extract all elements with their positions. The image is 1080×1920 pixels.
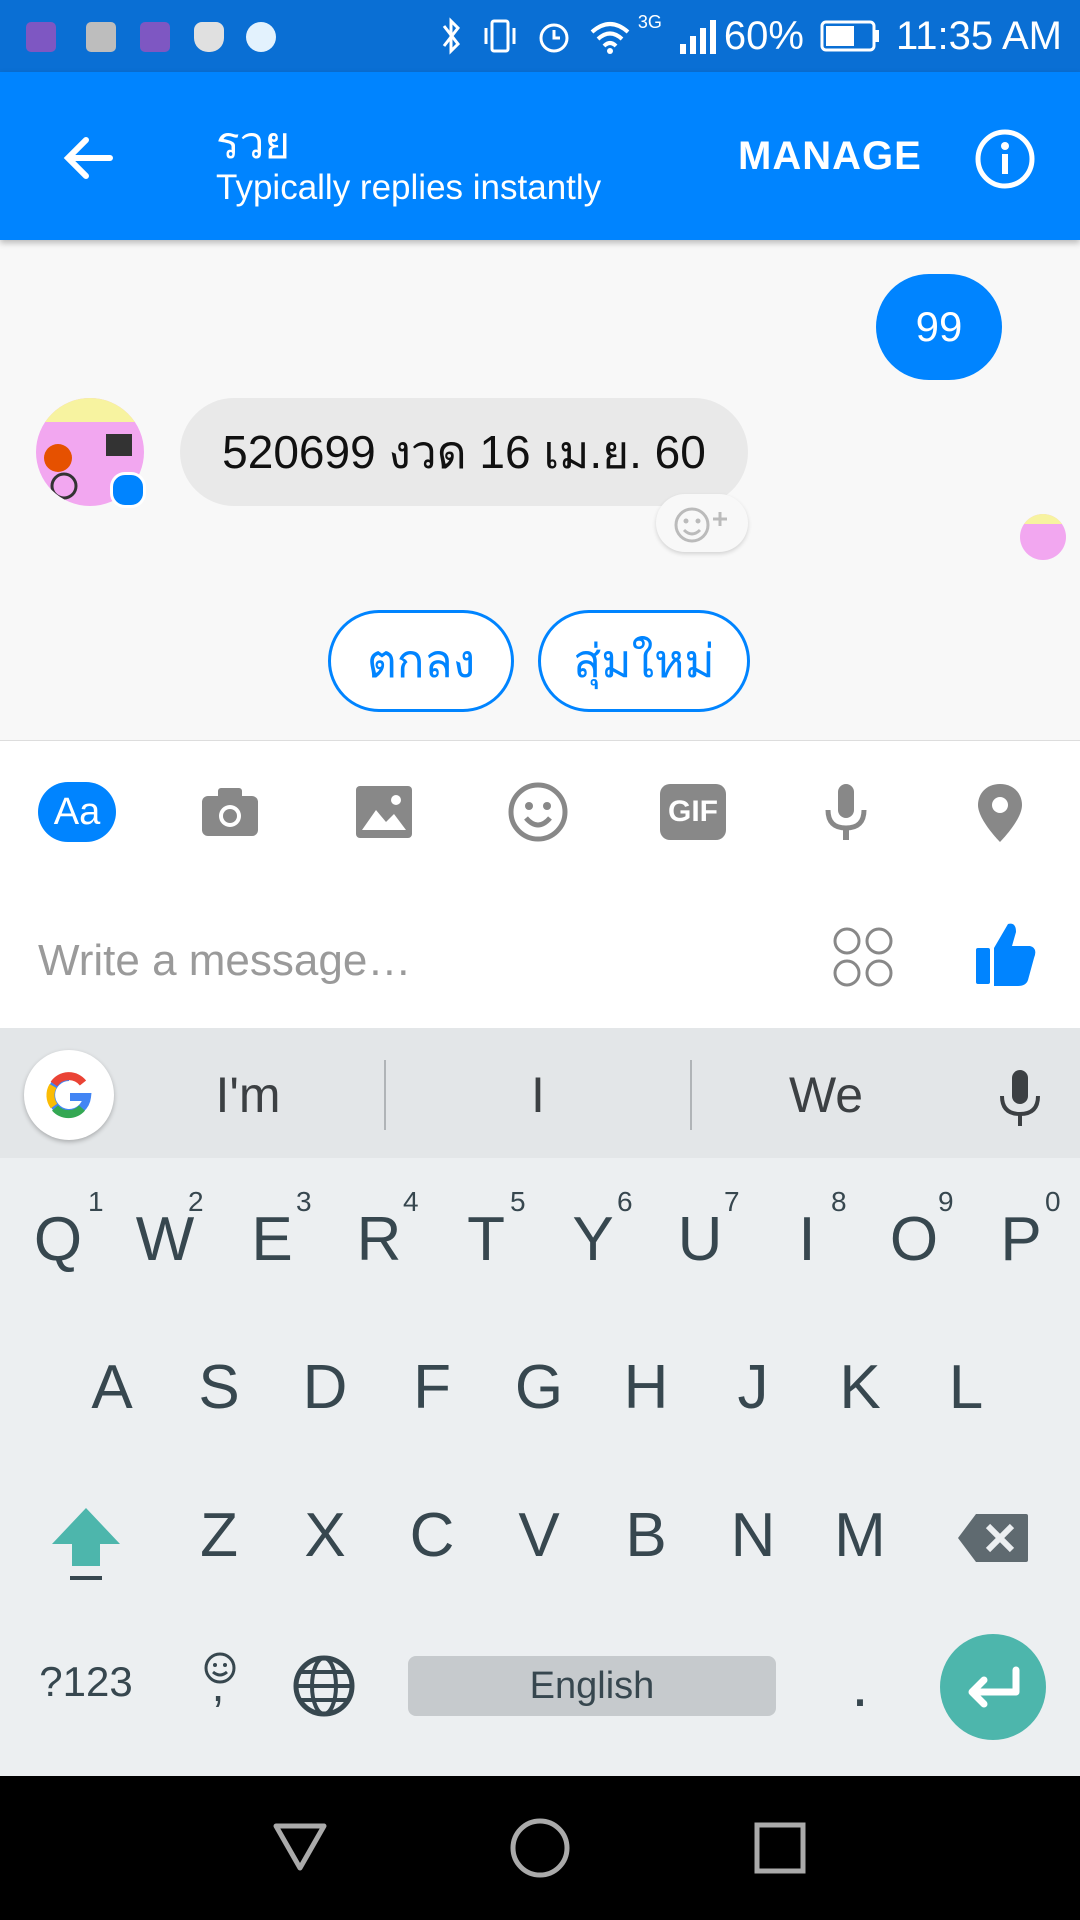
home-circle-icon[interactable] [508, 1816, 572, 1880]
key-hint-2: 2 [188, 1186, 204, 1217]
play-notification-icon [246, 22, 276, 52]
key-s[interactable]: S [171, 1352, 267, 1423]
key-z[interactable]: Z [171, 1500, 267, 1571]
reply-status: Typically replies instantly [216, 168, 602, 207]
key-b[interactable]: B [598, 1500, 694, 1571]
suggestion-2[interactable]: I [440, 1066, 636, 1126]
keyboard-notification-icon [26, 22, 56, 52]
key-hint-6: 6 [617, 1186, 633, 1217]
key-hint-1: 1 [88, 1186, 104, 1217]
key-d[interactable]: D [277, 1352, 373, 1423]
back-triangle-icon[interactable] [270, 1816, 330, 1876]
recents-square-icon[interactable] [752, 1820, 808, 1876]
voice-input-icon[interactable] [996, 1068, 1044, 1130]
space-bar[interactable]: English [408, 1656, 776, 1716]
messenger-badge-icon [110, 472, 146, 508]
sd-card-notification-icon [86, 22, 116, 52]
emoji-icon[interactable] [506, 780, 570, 844]
period-key[interactable]: . [812, 1650, 908, 1721]
text-format-button[interactable]: Aa [38, 782, 116, 842]
enter-key[interactable] [940, 1634, 1046, 1740]
vibrate-icon [484, 19, 516, 53]
key-hint-3: 3 [296, 1186, 312, 1217]
symbols-key[interactable]: ?123 [26, 1658, 146, 1706]
suggestion-divider [384, 1060, 386, 1130]
add-reaction-icon[interactable] [656, 494, 748, 552]
key-f[interactable]: F [384, 1352, 480, 1423]
key-l[interactable]: L [918, 1352, 1014, 1423]
key-hint-9: 9 [938, 1186, 954, 1217]
key-hint-0: 0 [1045, 1186, 1061, 1217]
key-hint-4: 4 [403, 1186, 419, 1217]
bluetooth-icon [442, 17, 460, 55]
key-m[interactable]: M [812, 1500, 908, 1571]
signal-icon [679, 20, 716, 54]
quick-reply-random[interactable]: สุ่มใหม่ [538, 610, 750, 712]
key-j[interactable]: J [705, 1352, 801, 1423]
camera-icon[interactable] [198, 780, 262, 844]
comma-key[interactable]: , [170, 1658, 266, 1712]
gif-button[interactable]: GIF [660, 784, 726, 840]
google-logo-icon[interactable] [24, 1050, 114, 1140]
status-icons: 3G 60% 11:35 AM [422, 10, 1062, 62]
key-a[interactable]: A [64, 1352, 160, 1423]
info-icon[interactable] [974, 128, 1036, 190]
message-input[interactable] [36, 930, 800, 992]
status-bar: 3G 60% 11:35 AM [0, 0, 1080, 72]
gallery-icon[interactable] [352, 780, 416, 844]
back-arrow-icon[interactable] [52, 122, 124, 194]
wifi-icon [590, 22, 630, 54]
key-c[interactable]: C [384, 1500, 480, 1571]
location-pin-icon[interactable] [968, 780, 1032, 844]
key-k[interactable]: K [812, 1352, 908, 1423]
key-hint-7: 7 [724, 1186, 740, 1217]
backspace-icon[interactable] [956, 1512, 1030, 1564]
suggestion-1[interactable]: I'm [150, 1066, 346, 1126]
key-n[interactable]: N [705, 1500, 801, 1571]
received-message-bubble[interactable]: 520699 งวด 16 เม.ย. 60 [180, 398, 748, 506]
stickers-icon[interactable] [830, 924, 896, 990]
conversation-header: รวย Typically replies instantly MANAGE [0, 72, 1080, 240]
suggestion-divider [690, 1060, 692, 1130]
manage-button[interactable]: MANAGE [738, 134, 922, 179]
shift-arrow-icon[interactable] [48, 1504, 124, 1584]
shield-notification-icon [194, 22, 224, 52]
key-hint-5: 5 [510, 1186, 526, 1217]
image-notification-icon [140, 22, 170, 52]
system-navigation-bar [0, 1776, 1080, 1920]
battery-icon [820, 20, 879, 52]
suggestion-3[interactable]: We [728, 1066, 924, 1126]
key-g[interactable]: G [491, 1352, 587, 1423]
quick-reply-ok[interactable]: ตกลง [328, 610, 514, 712]
thumbs-up-icon[interactable] [974, 918, 1038, 990]
alarm-icon [539, 23, 569, 53]
key-h[interactable]: H [598, 1352, 694, 1423]
key-v[interactable]: V [491, 1500, 587, 1571]
key-x[interactable]: X [277, 1500, 373, 1571]
network-type: 3G [637, 11, 662, 32]
battery-percent: 60% [723, 13, 804, 58]
microphone-icon[interactable] [814, 780, 878, 844]
enter-arrow-icon [968, 1666, 1020, 1708]
sent-message-bubble[interactable]: 99 [876, 274, 1002, 380]
clock: 11:35 AM [895, 13, 1062, 58]
key-hint-8: 8 [831, 1186, 847, 1217]
language-globe-icon[interactable] [292, 1654, 356, 1718]
seen-indicator-avatar [1020, 514, 1066, 560]
